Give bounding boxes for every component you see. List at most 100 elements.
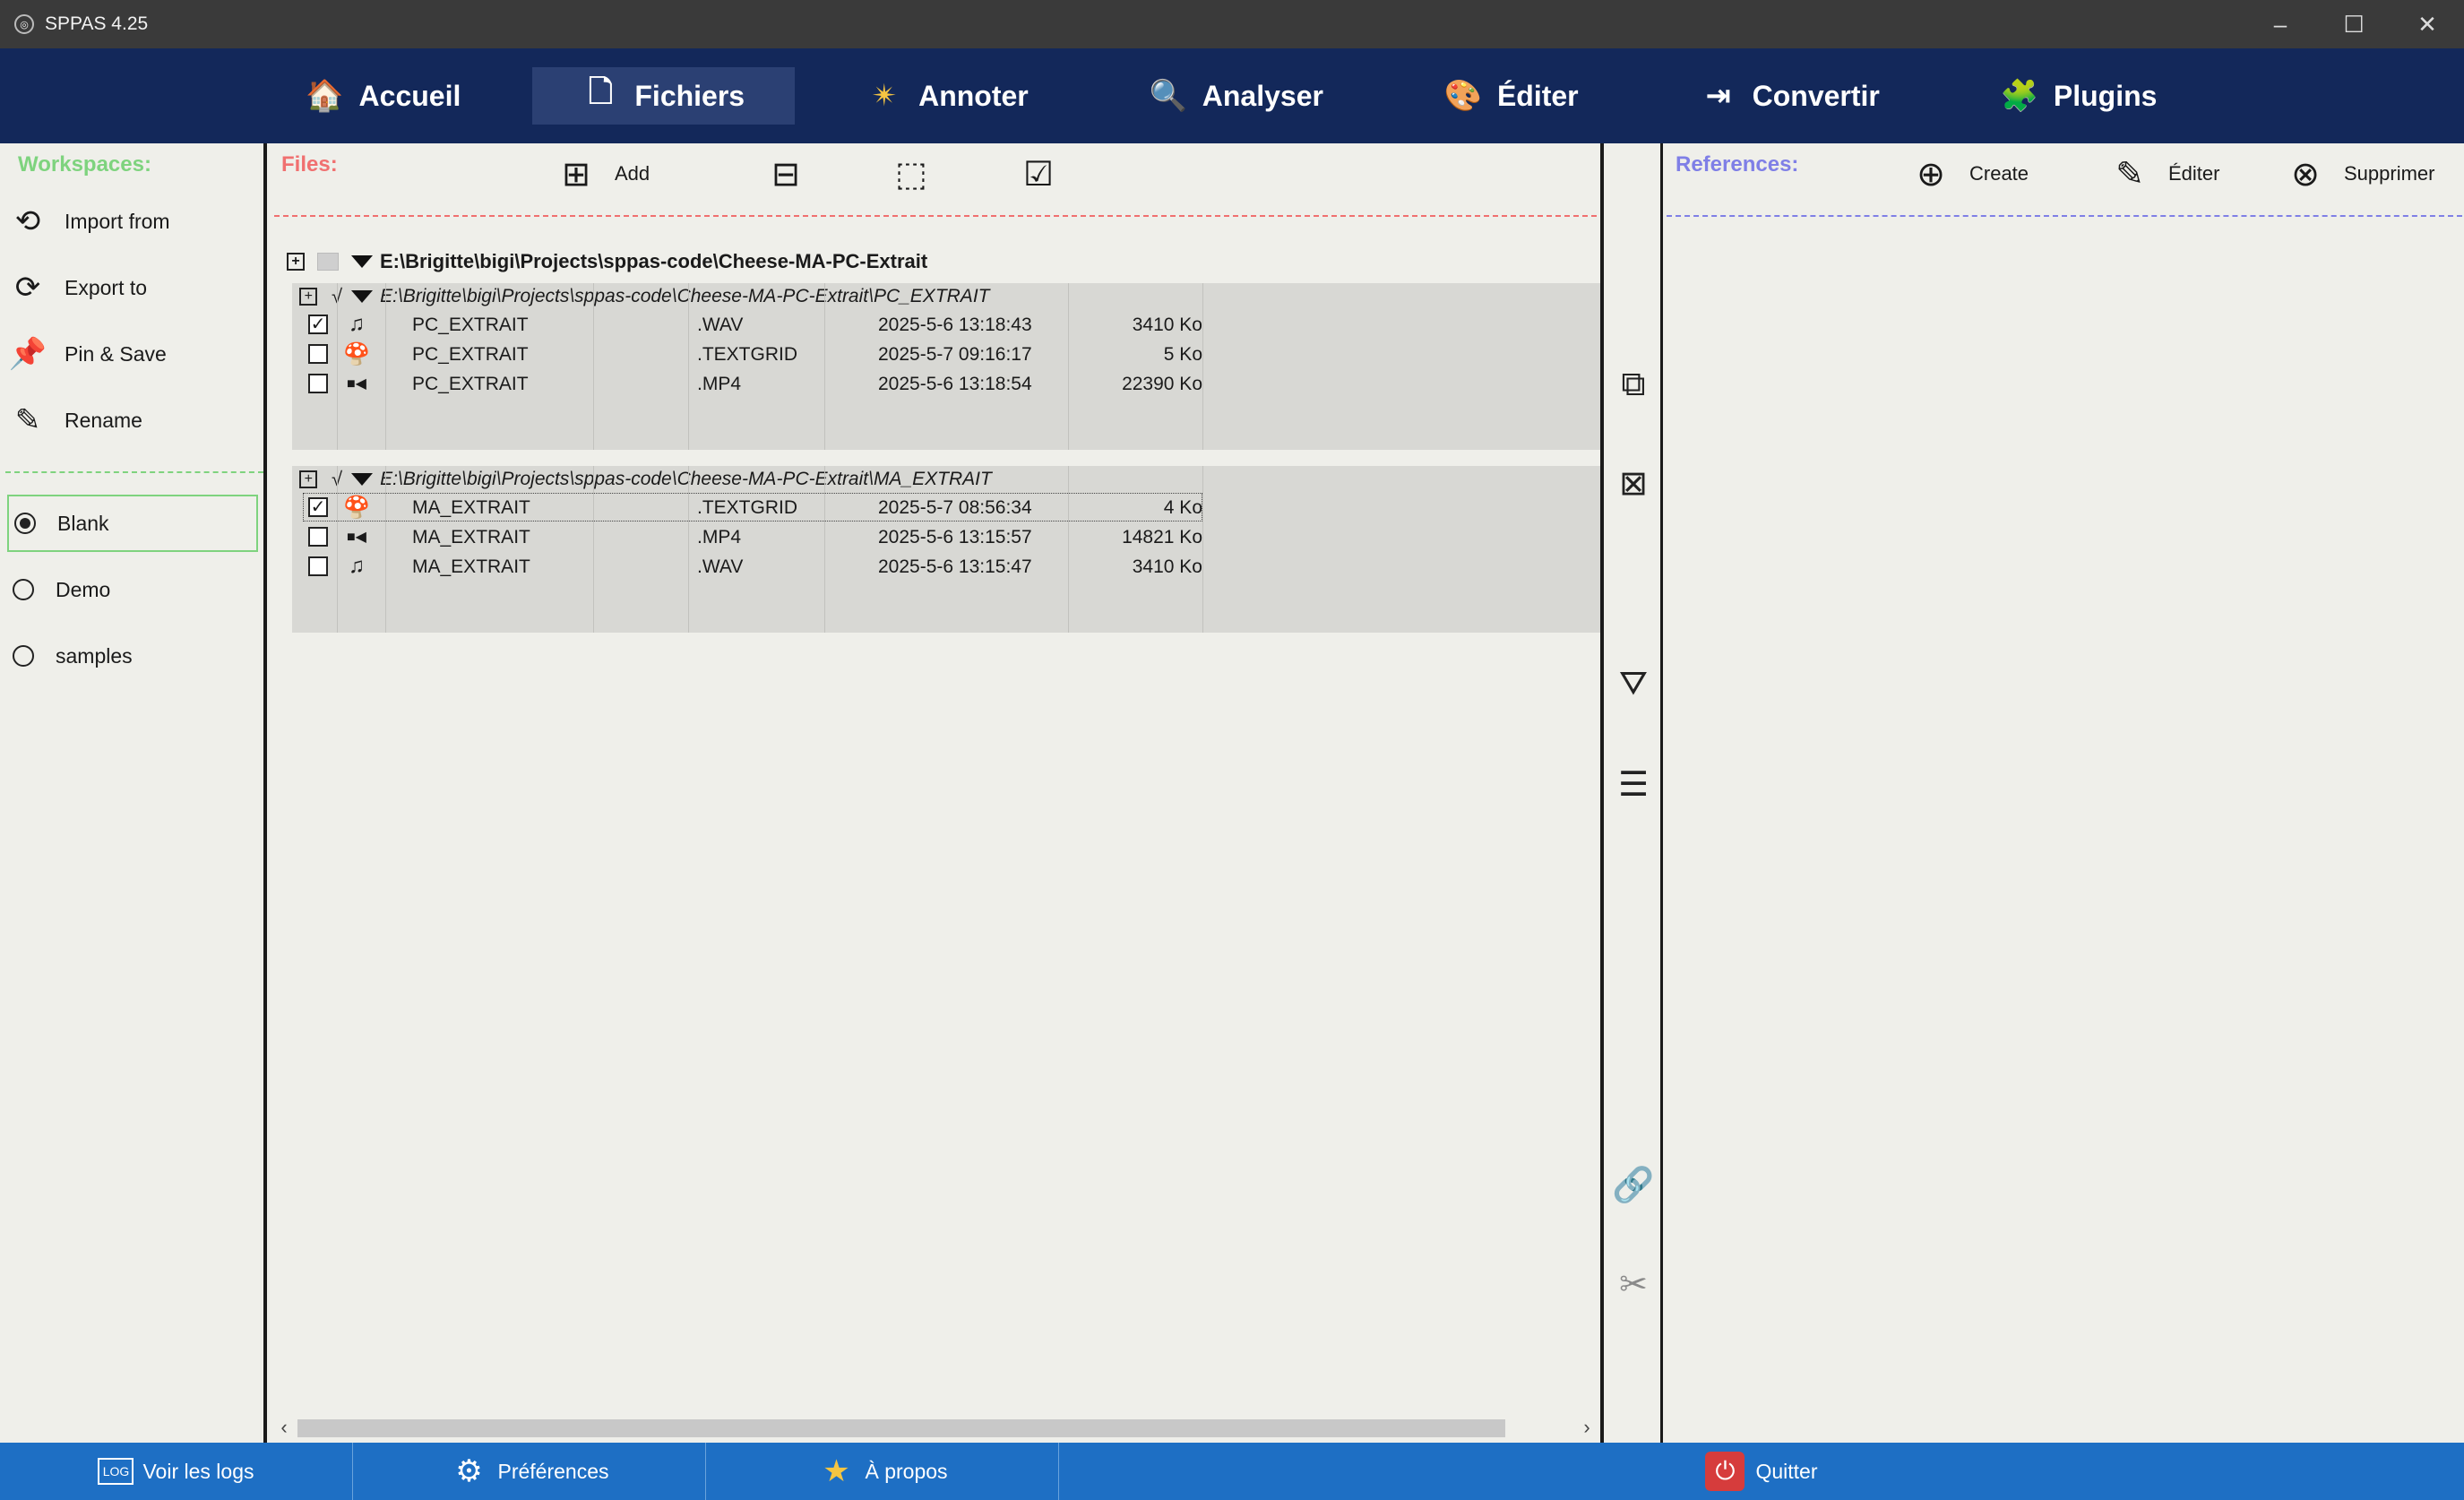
root-checkbox[interactable] bbox=[317, 253, 339, 271]
expand-icon[interactable]: + bbox=[287, 253, 305, 271]
workspace-item-demo[interactable]: Demo bbox=[7, 561, 258, 618]
app-icon: ◎ bbox=[14, 14, 34, 34]
workspace-label: Demo bbox=[56, 577, 111, 601]
close-window-icon[interactable]: ⊠ bbox=[1613, 462, 1654, 504]
about-button[interactable]: ★ À propos bbox=[706, 1443, 1059, 1500]
star-icon: ★ bbox=[823, 1454, 850, 1488]
palette-icon: 🎨 bbox=[1443, 79, 1483, 113]
file-date: 2025-5-6 13:15:47 bbox=[878, 556, 1032, 577]
expand-icon[interactable]: + bbox=[299, 288, 317, 306]
tab-label: Annoter bbox=[918, 79, 1029, 112]
action-label: Export to bbox=[65, 275, 148, 299]
tab-label: Éditer bbox=[1496, 79, 1579, 112]
file-checkbox[interactable] bbox=[308, 374, 328, 393]
workspace-item-blank[interactable]: Blank bbox=[7, 495, 258, 552]
create-label: Create bbox=[1969, 162, 2029, 185]
file-name: PC_EXTRAIT bbox=[412, 374, 529, 394]
import-from-button[interactable]: ⟲ Import from bbox=[9, 203, 170, 240]
audio-icon: ♫ bbox=[349, 312, 365, 336]
root-folder-row[interactable]: + E:\Brigitte\bigi\Projects\sppas-code\C… bbox=[287, 247, 927, 276]
tab-label: Convertir bbox=[1752, 79, 1880, 112]
import-icon: ⟲ bbox=[14, 204, 41, 238]
check-files-button[interactable]: ☑ bbox=[1018, 147, 1059, 201]
radio-icon bbox=[13, 645, 34, 667]
file-size: 22390 Ko bbox=[1122, 374, 1202, 394]
rename-button[interactable]: ✎ Rename bbox=[9, 401, 142, 439]
folder-header[interactable]: + √ E:\Brigitte\bigi\Projects\sppas-code… bbox=[292, 466, 1600, 493]
remove-files-button[interactable]: ⊟ bbox=[765, 147, 806, 201]
file-ext: .TEXTGRID bbox=[697, 497, 798, 518]
horizontal-scrollbar[interactable]: ‹ › bbox=[271, 1414, 1600, 1441]
file-date: 2025-5-6 13:18:43 bbox=[878, 315, 1032, 335]
radio-icon bbox=[13, 579, 34, 600]
edit-reference-button[interactable]: ✎ Éditer bbox=[2109, 147, 2219, 201]
expand-icon[interactable]: + bbox=[299, 470, 317, 488]
file-date: 2025-5-7 09:16:17 bbox=[878, 344, 1032, 365]
file-checkbox[interactable] bbox=[308, 556, 328, 576]
file-name: MA_EXTRAIT bbox=[412, 556, 530, 577]
workspace-item-samples[interactable]: samples bbox=[7, 627, 258, 685]
view-logs-button[interactable]: LOG Voir les logs bbox=[0, 1443, 353, 1500]
file-ext: .MP4 bbox=[697, 374, 742, 394]
file-row[interactable]: 🍄 PC_EXTRAIT .TEXTGRID 2025-5-7 09:16:17… bbox=[292, 340, 1600, 369]
textgrid-icon: 🍄 bbox=[343, 341, 370, 366]
video-icon: ■◀ bbox=[347, 376, 366, 392]
tab-plugins[interactable]: 🧩 Plugins bbox=[1951, 67, 2208, 125]
add-files-button[interactable]: ⊞ Add bbox=[556, 147, 650, 201]
edit-window-icon[interactable]: ⧉ bbox=[1613, 364, 1654, 405]
export-to-button[interactable]: ⟳ Export to bbox=[9, 269, 147, 306]
quit-button[interactable]: ⏻ Quitter bbox=[1705, 1452, 1818, 1491]
link-icon[interactable]: 🔗 bbox=[1612, 1165, 1654, 1206]
pin-save-button[interactable]: 📌 Pin & Save bbox=[9, 335, 167, 373]
file-row[interactable]: ■◀ MA_EXTRAIT .MP4 2025-5-6 13:15:57 148… bbox=[292, 522, 1600, 552]
collapse-triangle-icon[interactable] bbox=[351, 290, 374, 303]
tab-analyser[interactable]: 🔍 Analyser bbox=[1100, 67, 1374, 125]
delete-reference-button[interactable]: ⊗ Supprimer bbox=[2285, 147, 2434, 201]
file-name: MA_EXTRAIT bbox=[412, 527, 530, 547]
minimize-button[interactable]: – bbox=[2244, 0, 2317, 48]
file-checkbox[interactable] bbox=[308, 527, 328, 547]
pin-icon: 📌 bbox=[8, 337, 47, 371]
files-divider bbox=[274, 215, 1597, 217]
file-checkbox[interactable]: ✓ bbox=[308, 315, 328, 334]
workspaces-title: Workspaces: bbox=[18, 152, 151, 177]
bottom-spacer: ⏻ Quitter bbox=[1059, 1443, 2464, 1500]
close-button[interactable]: ✕ bbox=[2391, 0, 2464, 48]
file-checkbox[interactable] bbox=[308, 344, 328, 364]
scroll-thumb[interactable] bbox=[297, 1419, 1505, 1437]
scroll-left-icon[interactable]: ‹ bbox=[271, 1416, 297, 1439]
file-row[interactable]: ✓ ♫ PC_EXTRAIT .WAV 2025-5-6 13:18:43 34… bbox=[292, 310, 1600, 340]
collapse-triangle-icon[interactable] bbox=[351, 255, 373, 268]
tab-editer[interactable]: 🎨 Éditer bbox=[1395, 67, 1629, 125]
video-icon: ■◀ bbox=[347, 530, 366, 545]
file-row[interactable]: ♫ MA_EXTRAIT .WAV 2025-5-6 13:15:47 3410… bbox=[292, 552, 1600, 582]
filter-check-icon[interactable]: ⛛ bbox=[1613, 663, 1654, 704]
file-row-selected[interactable]: ✓ 🍄 MA_EXTRAIT .TEXTGRID 2025-5-7 08:56:… bbox=[292, 493, 1600, 522]
unlink-icon[interactable]: ✂ bbox=[1613, 1263, 1654, 1305]
remove-window-icon: ⊟ bbox=[771, 155, 800, 194]
collapse-triangle-icon[interactable] bbox=[351, 473, 374, 486]
scroll-track[interactable] bbox=[297, 1416, 1573, 1439]
tab-accueil[interactable]: 🏠 Accueil bbox=[257, 67, 512, 125]
magnifier-icon: 🔍 bbox=[1149, 79, 1187, 113]
log-icon: LOG bbox=[98, 1458, 134, 1485]
gear-icon: ⚙ bbox=[455, 1454, 483, 1488]
files-panel: Files: ⊞ Add ⊟ ⬚ ☑ + E:\Brigitte\bigi\Pr… bbox=[271, 143, 1600, 1443]
tab-label: Fichiers bbox=[634, 79, 745, 112]
remove-checked-button[interactable]: ⬚ bbox=[891, 147, 932, 201]
power-icon: ⏻ bbox=[1705, 1452, 1745, 1491]
check-add-icon: ☑ bbox=[1022, 155, 1055, 194]
preferences-button[interactable]: ⚙ Préférences bbox=[353, 1443, 706, 1500]
file-row[interactable]: ■◀ PC_EXTRAIT .MP4 2025-5-6 13:18:54 223… bbox=[292, 369, 1600, 399]
references-title: References: bbox=[1676, 152, 1799, 177]
maximize-button[interactable]: ☐ bbox=[2317, 0, 2391, 48]
tab-fichiers[interactable]: 🗋 Fichiers bbox=[532, 67, 796, 125]
tab-convertir[interactable]: ⇥ Convertir bbox=[1650, 67, 1930, 125]
checklist-icon[interactable]: ☰ bbox=[1613, 763, 1654, 805]
folder-header[interactable]: + √ E:\Brigitte\bigi\Projects\sppas-code… bbox=[292, 283, 1600, 310]
create-reference-button[interactable]: ⊕ Create bbox=[1910, 147, 2029, 201]
scroll-right-icon[interactable]: › bbox=[1573, 1416, 1600, 1439]
file-checkbox[interactable]: ✓ bbox=[308, 497, 328, 517]
tab-annoter[interactable]: ✴ Annoter bbox=[816, 67, 1079, 125]
main-menu: 🏠 Accueil 🗋 Fichiers ✴ Annoter 🔍 Analyse… bbox=[0, 48, 2464, 143]
